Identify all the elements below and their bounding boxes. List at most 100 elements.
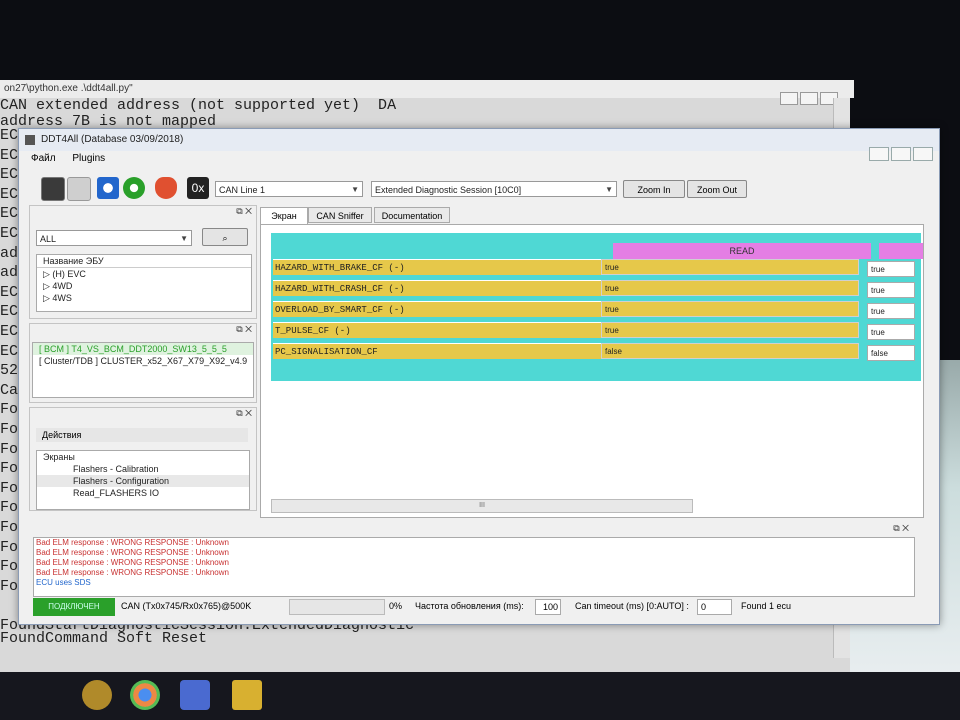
log-icon[interactable] [155,177,177,199]
parameter-label: T_PULSE_CF (-) [273,322,601,338]
scan-icon[interactable] [67,177,91,201]
taskbar-chrome-icon[interactable] [130,680,160,710]
console-line-2: address 7B is not mapped [0,113,217,130]
ecu-tree-panel: ⧉ ✕ ALL ▼ ⌕ Название ЭБУ ▷ (H) EVC ▷ 4WD … [29,205,257,319]
search-button[interactable]: ⌕ [202,228,248,246]
chevron-down-icon: ▼ [605,185,613,194]
panel-controls: ⧉ ✕ [893,523,909,533]
minimize-icon[interactable] [869,147,889,161]
ddt4all-window: DDT4All (Database 03/09/2018) Файл Plugi… [18,128,940,625]
progress-value: 0% [389,601,403,611]
panel-controls: ⧉ ✕ [236,324,252,334]
search-icon: ⌕ [222,233,228,243]
parameter-label: PC_SIGNALISATION_CF [273,343,601,359]
parameter-label: OVERLOAD_BY_SMART_CF (-) [273,301,601,317]
actions-panel: ⧉ ✕ Действия Экраны Flashers - Calibrati… [29,407,257,511]
log-line: Bad ELM response : WRONG RESPONSE : Unkn… [36,538,229,547]
parameter-value-2: true [867,303,915,319]
tree-item[interactable]: ▷ 4WD [37,280,251,292]
parameter-value-2: true [867,282,915,298]
menu-file[interactable]: Файл [31,153,56,164]
parameter-value: true [601,259,859,275]
maximize-icon[interactable] [891,147,911,161]
tree-header: Название ЭБУ [37,255,251,268]
log-panel-header: ⧉ ✕ [33,523,913,535]
can-line-select[interactable]: CAN Line 1 ▼ [215,181,363,197]
taskbar-ddt4all-icon[interactable] [232,680,262,710]
menu-plugins[interactable]: Plugins [72,153,105,164]
session-value: Extended Diagnostic Session [10C0] [375,185,522,195]
progress-bar [289,599,385,615]
parameter-label: HAZARD_WITH_BRAKE_CF (-) [273,259,601,275]
tab-can-sniffer[interactable]: CAN Sniffer [308,207,372,223]
filter-value: ALL [40,234,57,244]
log-output[interactable]: Bad ELM response : WRONG RESPONSE : Unkn… [33,537,915,597]
actions-label: Действия [36,428,248,442]
window-title: DDT4All (Database 03/09/2018) [41,134,184,145]
parameter-value: true [601,322,859,338]
console-fragment: 52 [0,362,19,380]
hex-button[interactable]: 0x [187,177,209,199]
filter-select[interactable]: ALL ▼ [36,230,192,246]
read-header-2 [879,243,923,259]
chevron-down-icon: ▼ [180,234,188,243]
taskbar-app-icon[interactable] [180,680,210,710]
screen-item[interactable]: Read_FLASHERS IO [37,487,249,499]
timeout-input[interactable]: 0 [697,599,732,615]
zoom-out-button[interactable]: Zoom Out [687,180,747,198]
auto-refresh-icon[interactable] [123,177,145,199]
screen-item[interactable]: Flashers - Calibration [37,463,249,475]
window-controls [867,147,933,166]
parameter-label: HAZARD_WITH_CRASH_CF (-) [273,280,601,296]
console-window-controls [778,92,838,107]
log-line: Bad ELM response : WRONG RESPONSE : Unkn… [36,558,229,567]
parameter-value: true [601,301,859,317]
close-icon[interactable] [913,147,933,161]
log-line: Bad ELM response : WRONG RESPONSE : Unkn… [36,548,229,557]
parameter-value-2: true [867,261,915,277]
parameter-value-2: false [867,345,915,361]
ecu-list-panel: ⧉ ✕ [ BCM ] T4_VS_BCM_DDT2000_SW13_5_5_5… [29,323,257,403]
screen-item-selected[interactable]: Flashers - Configuration [37,475,249,487]
refresh-input[interactable]: 100 [535,599,561,615]
connect-icon[interactable] [41,177,65,201]
toolbar: 0x CAN Line 1 ▼ Extended Diagnostic Sessi… [19,173,939,203]
menubar: Файл Plugins [19,151,939,167]
ecu-item[interactable]: [ Cluster/TDB ] CLUSTER_x52_X67_X79_X92_… [33,355,253,367]
log-line: ECU uses SDS [36,578,91,587]
console-line-bottom-2: FoundCommand Soft Reset [0,630,208,647]
taskbar-media-icon[interactable] [82,680,112,710]
screens-tree[interactable]: Экраны Flashers - Calibration Flashers -… [36,450,250,510]
log-line: Bad ELM response : WRONG RESPONSE : Unkn… [36,568,229,577]
horizontal-scrollbar[interactable]: III [271,499,693,513]
ecu-list[interactable]: [ BCM ] T4_VS_BCM_DDT2000_SW13_5_5_5 [ C… [32,342,254,398]
timeout-label: Can timeout (ms) [0:AUTO] : [575,601,689,611]
chevron-down-icon: ▼ [351,185,359,194]
ecu-tree[interactable]: Название ЭБУ ▷ (H) EVC ▷ 4WD ▷ 4WS [36,254,252,312]
read-header: READ [613,243,871,259]
console-title: on27\python.exe .\ddt4all.py" [0,80,854,98]
screen-view: READ HAZARD_WITH_BRAKE_CF (-) true true HAZ… [260,224,924,518]
tree-item[interactable]: ▷ 4WS [37,292,251,304]
parameter-value: true [601,280,859,296]
zoom-in-button[interactable]: Zoom In [623,180,685,198]
can-info: CAN (Tx0x745/Rx0x765)@500K [121,601,252,611]
tab-screen[interactable]: Экран [260,207,308,225]
parameter-value: false [601,343,859,359]
screens-label: Экраны [43,452,75,462]
window-titlebar: DDT4All (Database 03/09/2018) [19,129,939,151]
app-icon [25,135,35,145]
refresh-icon[interactable] [97,177,119,199]
panel-controls: ⧉ ✕ [236,408,252,418]
tree-item[interactable]: ▷ (H) EVC [37,268,251,280]
maximize-icon[interactable] [800,92,818,105]
minimize-icon[interactable] [780,92,798,105]
can-line-value: CAN Line 1 [219,185,266,195]
console-line-1: CAN extended address (not supported yet)… [0,97,397,114]
status-bar: ПОДКЛЮЧЕН CAN (Tx0x745/Rx0x765)@500K 0% … [33,597,913,617]
refresh-label: Частота обновления (ms): [415,601,524,611]
tab-documentation[interactable]: Documentation [374,207,450,223]
connection-status-badge: ПОДКЛЮЧЕН [33,598,115,616]
session-select[interactable]: Extended Diagnostic Session [10C0] ▼ [371,181,617,197]
ecu-item-selected[interactable]: [ BCM ] T4_VS_BCM_DDT2000_SW13_5_5_5 [33,343,253,355]
